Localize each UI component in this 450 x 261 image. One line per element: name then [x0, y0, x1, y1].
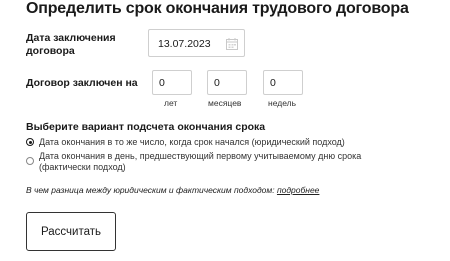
conclusion-date-input[interactable]: 13.07.2023: [148, 29, 245, 57]
page-title: Определить срок окончания трудового дого…: [26, 0, 409, 17]
years-input[interactable]: 0: [152, 70, 192, 95]
calculate-button[interactable]: Рассчитать: [26, 212, 116, 251]
radio-legal[interactable]: [26, 138, 34, 146]
years-unit-label: лет: [164, 98, 178, 108]
conclusion-date-label-line1: Дата заключения: [26, 32, 116, 44]
conclusion-date-label: Дата заключения договора: [26, 32, 116, 58]
calc-variant-label: Выберите вариант подсчета окончания срок…: [26, 121, 266, 133]
months-input[interactable]: 0: [207, 70, 247, 95]
months-value: 0: [214, 77, 220, 89]
calc-option-actual-text[interactable]: Дата окончания в день, предшествующий пе…: [39, 151, 379, 173]
months-unit-label: месяцев: [208, 98, 242, 108]
weeks-unit-label: недель: [268, 98, 297, 108]
years-value: 0: [159, 77, 165, 89]
details-link[interactable]: подробнее: [277, 185, 319, 195]
duration-label: Договор заключен на: [26, 77, 138, 89]
calc-option-legal-text[interactable]: Дата окончания в то же число, когда срок…: [39, 137, 379, 148]
weeks-value: 0: [270, 77, 276, 89]
calendar-icon[interactable]: [226, 38, 238, 50]
conclusion-date-value: 13.07.2023: [158, 38, 211, 50]
approach-hint-text: В чем разница между юридическим и фактич…: [26, 185, 277, 195]
weeks-input[interactable]: 0: [263, 70, 303, 95]
radio-actual[interactable]: [26, 157, 34, 165]
conclusion-date-label-line2: договора: [26, 45, 75, 57]
approach-hint: В чем разница между юридическим и фактич…: [26, 185, 319, 195]
